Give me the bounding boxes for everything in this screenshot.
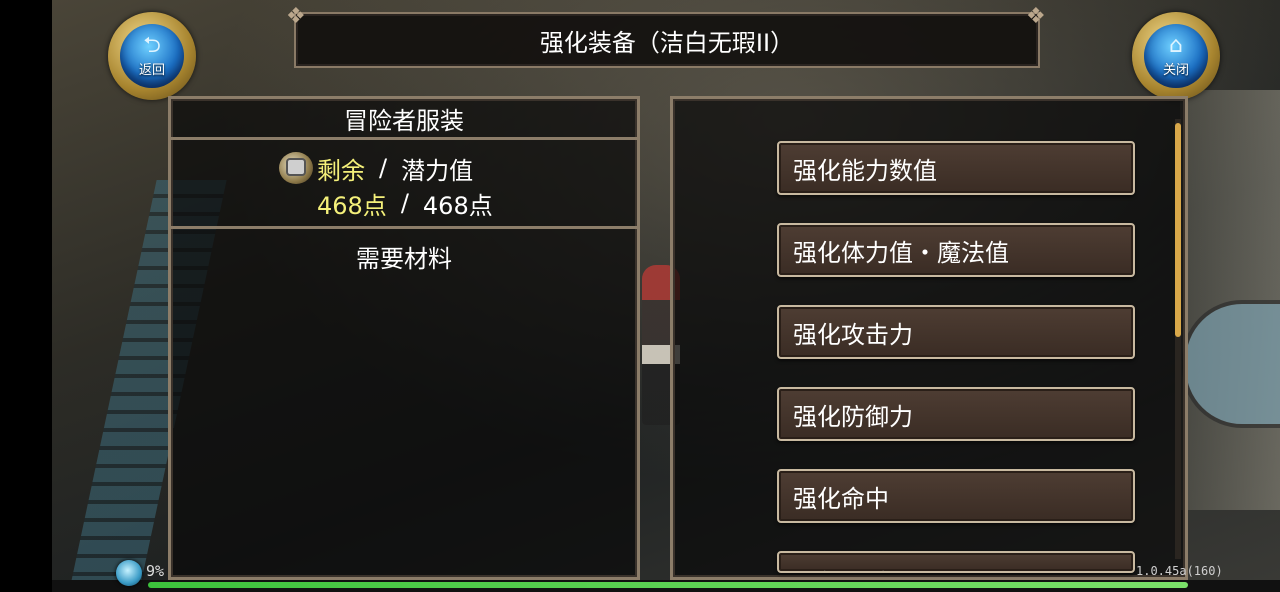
frame-ornament-icon: ❖ bbox=[1026, 4, 1046, 29]
points-value-row: 468点 / 468点 bbox=[317, 186, 493, 220]
frame-ornament-icon: ❖ bbox=[286, 4, 306, 29]
enhance-accuracy-button[interactable]: 强化命中 bbox=[777, 469, 1135, 523]
enhance-attack-button[interactable]: 强化攻击力 bbox=[777, 305, 1135, 359]
close-button[interactable]: ⌂ 关闭 bbox=[1122, 4, 1222, 100]
points-separator: / bbox=[379, 154, 388, 182]
remaining-label: 剩余 bbox=[317, 156, 365, 185]
enhance-options-panel: 强化能力数值 强化体力值・魔法值 强化攻击力 强化防御力 强化命中 强化回避 bbox=[670, 96, 1188, 580]
close-button-core: ⌂ 关闭 bbox=[1144, 24, 1208, 88]
close-button-label: 关闭 bbox=[1162, 62, 1189, 78]
enhance-defense-button[interactable]: 强化防御力 bbox=[777, 387, 1135, 441]
back-button-core: ⮌ 返回 bbox=[120, 24, 184, 88]
enhance-evasion-button[interactable]: 强化回避 bbox=[777, 551, 1135, 573]
equipment-info-panel: 冒险者服装 剩余 / 潜力值 468点 / 468点 需要材料 bbox=[168, 96, 640, 580]
experience-bar bbox=[148, 582, 1188, 588]
status-percent: 9% bbox=[146, 562, 165, 580]
enhance-stats-button[interactable]: 强化能力数值 bbox=[777, 141, 1135, 195]
back-button-label: 返回 bbox=[138, 62, 165, 78]
potential-value: 468点 bbox=[422, 191, 493, 220]
back-button[interactable]: ⮌ 返回 bbox=[98, 4, 198, 100]
equipment-name: 冒险者服装 bbox=[171, 99, 637, 140]
back-arrow-icon: ⮌ bbox=[143, 32, 161, 58]
potential-label: 潜力值 bbox=[401, 156, 474, 185]
page-title: 强化装备（洁白无瑕II） bbox=[539, 28, 795, 57]
gear-icon bbox=[279, 152, 313, 184]
points-label-row: 剩余 / 潜力值 bbox=[279, 150, 473, 186]
enhance-hp-mp-button[interactable]: 强化体力值・魔法值 bbox=[777, 223, 1135, 277]
status-orb-icon[interactable] bbox=[116, 560, 142, 586]
points-section: 剩余 / 潜力值 468点 / 468点 bbox=[171, 140, 637, 229]
version-text: 1.0.45a(160) bbox=[1136, 564, 1223, 578]
remaining-value: 468点 bbox=[317, 191, 387, 220]
materials-label: 需要材料 bbox=[356, 245, 452, 273]
points-separator: / bbox=[400, 189, 409, 217]
home-icon: ⌂ bbox=[1169, 32, 1183, 58]
page-title-bar: ❖ 强化装备（洁白无瑕II） ❖ bbox=[286, 6, 1046, 68]
scrollbar-thumb[interactable] bbox=[1175, 123, 1181, 337]
